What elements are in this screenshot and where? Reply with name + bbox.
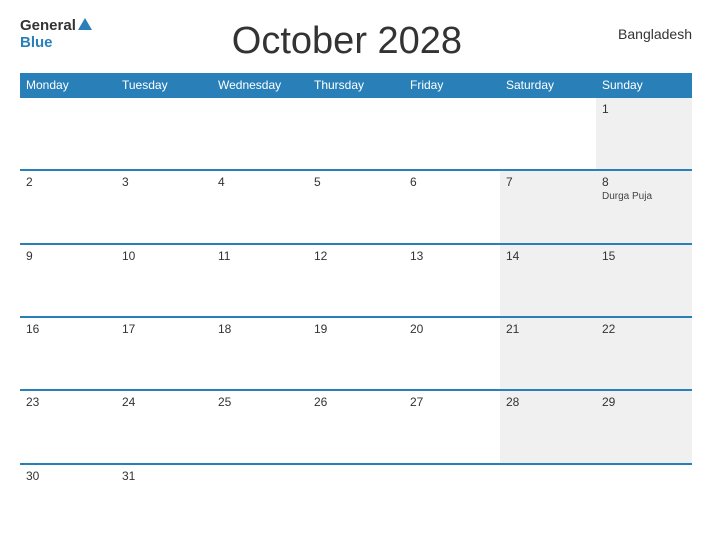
weekday-header: Sunday <box>596 73 692 96</box>
calendar-cell: 23 <box>20 391 116 462</box>
calendar-cell <box>404 98 500 169</box>
day-number: 9 <box>26 249 110 263</box>
day-number: 1 <box>602 102 686 116</box>
calendar-row: 30 31 <box>20 463 692 536</box>
day-number: 26 <box>314 395 398 409</box>
day-number: 13 <box>410 249 494 263</box>
calendar-cell <box>500 465 596 536</box>
day-number: 24 <box>122 395 206 409</box>
logo: General Blue <box>20 18 92 51</box>
weekday-header: Monday <box>20 73 116 96</box>
weekday-header: Wednesday <box>212 73 308 96</box>
weekday-header: Tuesday <box>116 73 212 96</box>
calendar-cell: 8 Durga Puja <box>596 171 692 242</box>
calendar-cell: 10 <box>116 245 212 316</box>
day-number: 22 <box>602 322 686 336</box>
day-number: 7 <box>506 175 590 189</box>
day-number: 19 <box>314 322 398 336</box>
calendar-cell: 24 <box>116 391 212 462</box>
day-number: 31 <box>122 469 206 483</box>
day-number: 6 <box>410 175 494 189</box>
calendar-cell: 12 <box>308 245 404 316</box>
calendar-cell: 30 <box>20 465 116 536</box>
calendar-cell: 9 <box>20 245 116 316</box>
day-number: 29 <box>602 395 686 409</box>
day-number: 23 <box>26 395 110 409</box>
day-number: 4 <box>218 175 302 189</box>
calendar-cell: 11 <box>212 245 308 316</box>
day-number: 11 <box>218 249 302 263</box>
calendar-cell: 21 <box>500 318 596 389</box>
country-label: Bangladesh <box>602 26 692 42</box>
calendar-row: 16 17 18 19 20 21 22 <box>20 316 692 389</box>
day-number: 16 <box>26 322 110 336</box>
logo-blue-text: Blue <box>20 35 53 52</box>
day-number: 12 <box>314 249 398 263</box>
calendar-row: 9 10 11 12 13 14 15 <box>20 243 692 316</box>
calendar: MondayTuesdayWednesdayThursdayFridaySatu… <box>20 73 692 536</box>
day-number: 5 <box>314 175 398 189</box>
day-number: 17 <box>122 322 206 336</box>
day-number: 21 <box>506 322 590 336</box>
day-number: 8 <box>602 175 686 189</box>
calendar-header: MondayTuesdayWednesdayThursdayFridaySatu… <box>20 73 692 96</box>
day-number: 28 <box>506 395 590 409</box>
day-number: 2 <box>26 175 110 189</box>
calendar-cell: 20 <box>404 318 500 389</box>
calendar-cell: 1 <box>596 98 692 169</box>
calendar-cell: 25 <box>212 391 308 462</box>
calendar-cell: 5 <box>308 171 404 242</box>
calendar-cell: 2 <box>20 171 116 242</box>
calendar-cell: 4 <box>212 171 308 242</box>
calendar-cell <box>404 465 500 536</box>
calendar-body: 12345678Durga Puja9101112131415161718192… <box>20 96 692 536</box>
calendar-cell: 13 <box>404 245 500 316</box>
page: General Blue October 2028 Bangladesh Mon… <box>0 0 712 550</box>
day-number: 20 <box>410 322 494 336</box>
day-number: 30 <box>26 469 110 483</box>
header: General Blue October 2028 Bangladesh <box>20 18 692 63</box>
calendar-cell: 19 <box>308 318 404 389</box>
weekday-header: Saturday <box>500 73 596 96</box>
calendar-cell: 18 <box>212 318 308 389</box>
day-number: 27 <box>410 395 494 409</box>
calendar-cell: 26 <box>308 391 404 462</box>
calendar-cell: 17 <box>116 318 212 389</box>
calendar-cell <box>20 98 116 169</box>
day-number: 10 <box>122 249 206 263</box>
calendar-cell <box>308 98 404 169</box>
day-number: 14 <box>506 249 590 263</box>
holiday-label: Durga Puja <box>602 191 686 202</box>
calendar-cell: 27 <box>404 391 500 462</box>
weekday-header: Friday <box>404 73 500 96</box>
calendar-cell <box>308 465 404 536</box>
calendar-row: 23 24 25 26 27 28 29 <box>20 389 692 462</box>
day-number: 15 <box>602 249 686 263</box>
calendar-cell: 3 <box>116 171 212 242</box>
calendar-cell: 15 <box>596 245 692 316</box>
logo-triangle-icon <box>78 18 92 30</box>
logo-general-text: General <box>20 18 76 35</box>
calendar-cell: 14 <box>500 245 596 316</box>
calendar-cell: 28 <box>500 391 596 462</box>
calendar-row: 1 <box>20 96 692 169</box>
weekday-header: Thursday <box>308 73 404 96</box>
calendar-cell: 16 <box>20 318 116 389</box>
month-title: October 2028 <box>92 20 602 63</box>
calendar-cell <box>116 98 212 169</box>
day-number: 25 <box>218 395 302 409</box>
calendar-cell: 7 <box>500 171 596 242</box>
calendar-cell: 29 <box>596 391 692 462</box>
calendar-cell: 6 <box>404 171 500 242</box>
calendar-row: 2345678 Durga Puja <box>20 169 692 242</box>
day-number: 18 <box>218 322 302 336</box>
calendar-cell <box>596 465 692 536</box>
calendar-cell: 22 <box>596 318 692 389</box>
calendar-cell <box>500 98 596 169</box>
day-number: 3 <box>122 175 206 189</box>
calendar-cell <box>212 465 308 536</box>
calendar-cell: 31 <box>116 465 212 536</box>
calendar-cell <box>212 98 308 169</box>
